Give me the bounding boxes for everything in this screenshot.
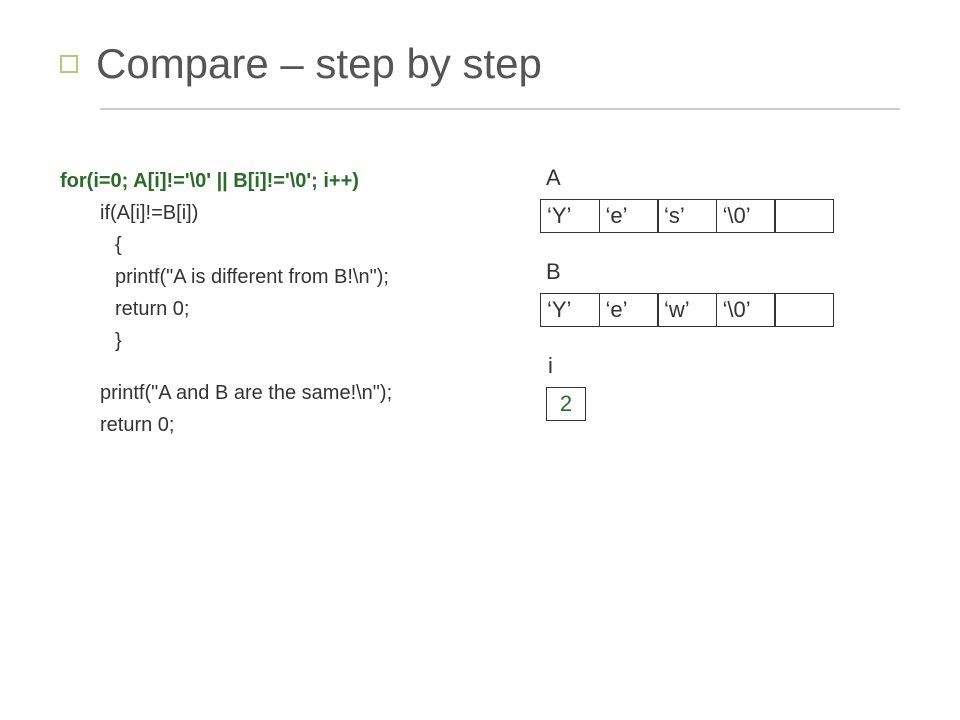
arrays-panel: A ‘Y’ ‘e’ ‘s’ ‘\0’ B ‘Y’ ‘e’ ‘w’ ‘\0’ i … (540, 165, 900, 421)
title-row: Compare – step by step (60, 40, 960, 88)
array-b-cell: ‘e’ (599, 293, 659, 327)
code-line-return1: return 0; (60, 293, 490, 325)
array-a-cell (774, 199, 834, 233)
code-line-for: for(i=0; A[i]!='\0' || B[i]!='\0'; i++) (60, 165, 490, 197)
title-underline (100, 108, 900, 110)
i-value-box: 2 (546, 387, 586, 421)
code-block: for(i=0; A[i]!='\0' || B[i]!='\0'; i++) … (60, 165, 490, 441)
array-a-label: A (546, 165, 900, 191)
bullet-icon (60, 55, 78, 73)
code-line-open-brace: { (60, 229, 490, 261)
array-a-cell: ‘e’ (599, 199, 659, 233)
slide-body: for(i=0; A[i]!='\0' || B[i]!='\0'; i++) … (0, 165, 960, 441)
code-line-close-brace: } (60, 325, 490, 357)
array-a-row: ‘Y’ ‘e’ ‘s’ ‘\0’ (540, 199, 900, 233)
array-b-label: B (546, 259, 900, 285)
array-b-cell: ‘Y’ (540, 293, 600, 327)
array-a-cell: ‘Y’ (540, 199, 600, 233)
array-a-cell: ‘\0’ (716, 199, 776, 233)
array-b-cell: ‘w’ (657, 293, 717, 327)
slide-title: Compare – step by step (96, 40, 542, 88)
array-b-cell (774, 293, 834, 327)
array-b-row: ‘Y’ ‘e’ ‘w’ ‘\0’ (540, 293, 900, 327)
i-label: i (548, 353, 900, 379)
code-line-return2: return 0; (60, 409, 490, 441)
slide: Compare – step by step for(i=0; A[i]!='\… (0, 0, 960, 720)
array-b-cell: ‘\0’ (716, 293, 776, 327)
code-line-if: if(A[i]!=B[i]) (60, 197, 490, 229)
code-line-printf-diff: printf("A is different from B!\n"); (60, 261, 490, 293)
array-a-cell: ‘s’ (657, 199, 717, 233)
code-line-printf-same: printf("A and B are the same!\n"); (60, 377, 490, 409)
